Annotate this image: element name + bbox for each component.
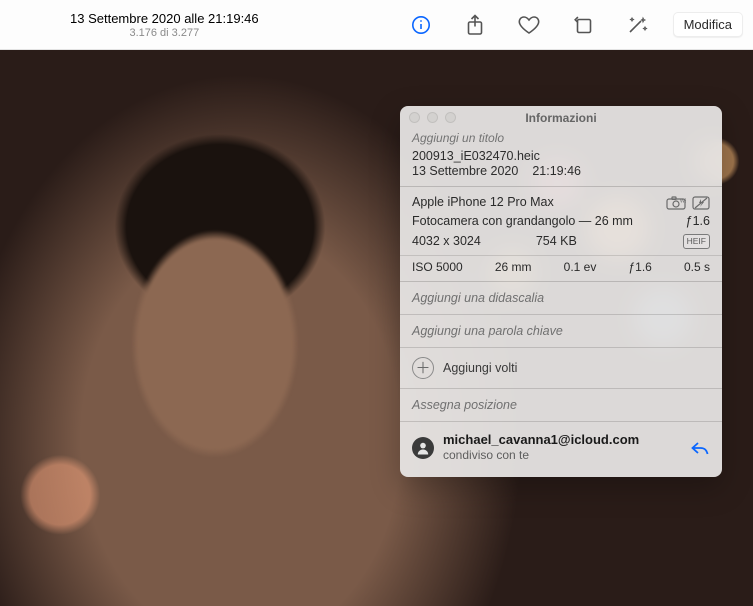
time-value: 21:19:46 — [532, 164, 581, 178]
filesize-label: 754 KB — [536, 232, 577, 251]
plus-icon[interactable]: ＋ — [412, 357, 434, 379]
dimensions-label: 4032 x 3024 — [412, 232, 481, 251]
exif-focal: 26 mm — [495, 260, 532, 274]
exif-shutter: 0.5 s — [684, 260, 710, 274]
photo-content — [80, 200, 350, 560]
share-button[interactable] — [457, 10, 493, 40]
info-icon — [411, 15, 431, 35]
favorite-button[interactable] — [511, 10, 547, 40]
assign-location-input[interactable]: Assegna posizione — [400, 389, 722, 422]
window-controls[interactable] — [409, 112, 456, 123]
edit-button[interactable]: Modifica — [673, 12, 743, 37]
info-panel-title: Informazioni — [525, 111, 596, 125]
format-badge: HEIF — [683, 234, 710, 249]
auto-enhance-button[interactable] — [619, 10, 655, 40]
shared-subtitle: condiviso con te — [443, 448, 639, 463]
toolbar-actions: Modifica — [403, 10, 743, 40]
info-panel-titlebar[interactable]: Informazioni — [400, 106, 722, 130]
camera-meta-section: Apple iPhone 12 Pro Max WB Fotocamera co… — [400, 186, 722, 282]
exif-iso: ISO 5000 — [412, 260, 463, 274]
person-icon — [416, 441, 430, 455]
exif-ev: 0.1 ev — [564, 260, 597, 274]
magic-wand-icon — [626, 15, 648, 35]
share-icon — [465, 14, 485, 36]
svg-text:WB: WB — [680, 198, 686, 204]
add-faces-label: Aggiungi volti — [443, 361, 517, 375]
heart-icon — [518, 15, 540, 35]
info-panel: Informazioni Aggiungi un titolo 200913_i… — [400, 106, 722, 477]
shared-text: michael_cavanna1@icloud.com condiviso co… — [443, 432, 639, 463]
info-button[interactable] — [403, 10, 439, 40]
shared-with-row[interactable]: michael_cavanna1@icloud.com condiviso co… — [400, 422, 722, 475]
lens-label: Fotocamera con grandangolo — 26 mm — [412, 212, 633, 231]
flash-off-icon — [692, 196, 710, 210]
window-zoom-icon[interactable] — [445, 112, 456, 123]
toolbar-title-block: 13 Settembre 2020 alle 21:19:46 3.176 di… — [70, 11, 259, 39]
filename-label: 200913_iE032470.heic — [412, 148, 710, 163]
add-caption-input[interactable]: Aggiungi una didascalia — [400, 282, 722, 315]
exif-row: ISO 5000 26 mm 0.1 ev ƒ1.6 0.5 s — [412, 260, 710, 275]
add-keyword-input[interactable]: Aggiungi una parola chiave — [400, 315, 722, 348]
exif-aperture: ƒ1.6 — [628, 260, 651, 274]
add-faces-row[interactable]: ＋ Aggiungi volti — [400, 348, 722, 389]
date-value: 13 Settembre 2020 — [412, 164, 518, 178]
window-minimize-icon[interactable] — [427, 112, 438, 123]
add-title-input[interactable]: Aggiungi un titolo — [412, 130, 710, 148]
avatar — [412, 437, 434, 459]
reply-button[interactable] — [690, 440, 710, 456]
reply-icon — [690, 440, 710, 456]
camera-wb-icon: WB — [666, 196, 686, 210]
photo-date-title: 13 Settembre 2020 alle 21:19:46 — [70, 11, 259, 26]
rotate-button[interactable] — [565, 10, 601, 40]
shared-email: michael_cavanna1@icloud.com — [443, 432, 639, 448]
toolbar: 13 Settembre 2020 alle 21:19:46 3.176 di… — [0, 0, 753, 50]
datetime-label: 13 Settembre 2020 21:19:46 — [412, 163, 710, 186]
rotate-icon — [573, 15, 593, 35]
aperture-top: ƒ1.6 — [686, 212, 710, 231]
device-label: Apple iPhone 12 Pro Max — [412, 193, 554, 212]
window-close-icon[interactable] — [409, 112, 420, 123]
photo-counter: 3.176 di 3.277 — [129, 27, 199, 39]
